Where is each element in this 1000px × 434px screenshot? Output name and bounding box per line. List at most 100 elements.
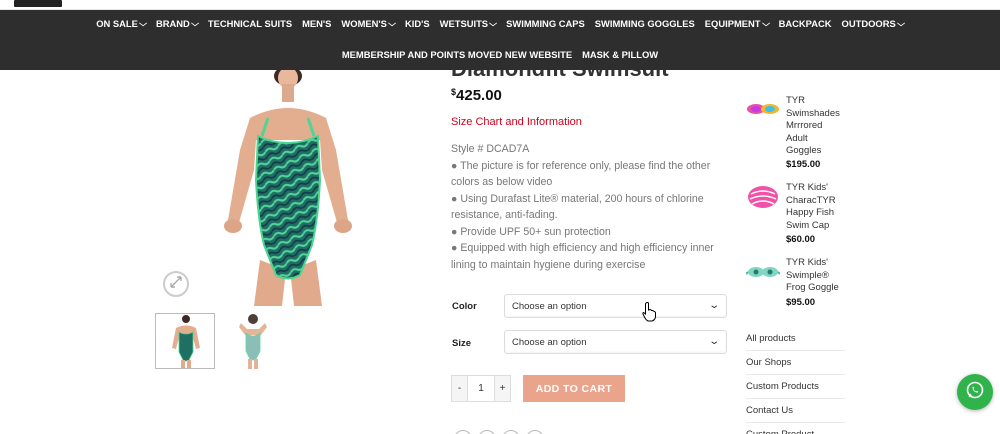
size-chart-link[interactable]: Size Chart and Information [451,116,582,128]
size-select[interactable]: Choose an option ⌄ [504,330,727,354]
nav-item-swimming-goggles[interactable]: SWIMMING GOGGLES [590,18,700,29]
sidebar-product[interactable]: TYR Swimshades Mrrrored Adult Goggles $1… [746,95,846,170]
nav-label: MEN'S [302,18,332,29]
sidebar-link-all-products[interactable]: All products [746,327,845,351]
sidebar-product-name: TYR Kids' Swimple® Frog Goggle [786,257,846,295]
sidebar-product-price: $60.00 [786,234,816,245]
chevron-down-icon: ⌵ [896,18,905,28]
whatsapp-chat-button[interactable] [957,374,993,410]
color-select-value: Choose an option [512,300,587,312]
nav-label: WOMEN'S [341,18,387,29]
nav-label: SWIMMING GOGGLES [594,18,695,29]
style-number: Style # DCAD7A [451,143,530,155]
nav-item-backpack[interactable]: BACKPACK [774,18,837,29]
top-header-strip [0,0,1000,10]
nav-item-wetsuits[interactable]: WETSUITS ⌵ [435,18,502,29]
sidebar-link-custom-product[interactable]: Custom Product [746,423,845,434]
main-navigation: ON SALE ⌵ BRAND ⌵ TECHNICAL SUITS MEN'S WO… [0,10,1000,70]
sidebar-link-our-shops[interactable]: Our Shops [746,351,845,375]
name-line: Happy Fish [786,207,835,218]
swim-cap-icon [746,182,780,216]
chevron-down-icon: ⌵ [761,18,770,28]
name-line: Adult [786,132,808,144]
name-line: Swim Cap [786,219,830,231]
chevron-down-icon: ⌵ [387,18,396,28]
product-thumbnail-back[interactable] [223,313,283,369]
nav-item-swimming-caps[interactable]: SWIMMING CAPS [501,18,590,29]
sidebar-product-name: TYR Kids' CharacTYR Happy Fish Swim Cap [786,182,846,232]
sidebar-product-price: $95.00 [786,297,816,308]
nav-label: OUTDOORS [841,18,896,29]
nav-label: ON SALE [96,18,138,29]
chevron-down-icon: ⌵ [489,18,498,28]
nav-item-on-sale[interactable]: ON SALE ⌵ [91,18,151,29]
sidebar-product[interactable]: TYR Kids' CharacTYR Happy Fish Swim Cap … [746,182,846,246]
nav-label: BACKPACK [778,18,832,29]
size-label: Size [452,338,472,349]
nav-label: WETSUITS [439,18,489,29]
share-icon[interactable] [478,430,496,434]
quantity-increase-button[interactable]: + [495,376,510,401]
nav-label: MASK & PILLOW [582,49,659,60]
product-thumbnail-front[interactable] [155,313,215,369]
sidebar-link-contact-us[interactable]: Contact Us [746,399,845,423]
description-bullet: ● Provide UPF 50+ sun protection [451,225,611,238]
site-logo[interactable] [14,0,62,7]
nav-item-mens[interactable]: MEN'S [297,18,336,29]
nav-item-kids[interactable]: KID'S [400,18,435,29]
nav-item-womens[interactable]: WOMEN'S ⌵ [336,18,400,29]
description-bullet: ● Using Durafast Lite® material, 200 hou… [451,192,704,222]
name-line: Mrrrored [786,120,823,131]
name-line: Swimple® [786,269,829,281]
goggles-icon [746,95,780,129]
product-price: $425.00 [451,87,502,104]
nav-item-equipment[interactable]: EQUIPMENT ⌵ [700,18,774,29]
name-line: Frog Goggle [786,282,839,293]
name-line: CharacTYR [786,194,836,206]
share-icon[interactable] [526,430,544,434]
nav-item-membership[interactable]: MEMBERSHIP AND POINTS MOVED NEW WEBSITE [337,49,577,60]
color-select[interactable]: Choose an option ⌄ [504,294,727,318]
product-main-image[interactable] [150,70,430,306]
nav-row-secondary: MEMBERSHIP AND POINTS MOVED NEW WEBSITE … [0,49,1000,60]
zoom-image-button[interactable] [163,271,189,297]
nav-item-brand[interactable]: BRAND ⌵ [151,18,203,29]
name-line: TYR [786,95,805,106]
product-description: Style # DCAD7A ● The picture is for refe… [451,141,731,273]
nav-label: SWIMMING CAPS [506,18,585,29]
nav-label: TECHNICAL SUITS [207,18,293,29]
frog-goggle-icon [745,257,781,291]
currency-symbol: $ [451,87,457,97]
description-bullet: ● The picture is for reference only, ple… [451,159,711,189]
size-select-value: Choose an option [512,336,587,348]
share-icon[interactable] [454,430,472,434]
quantity-stepper: - 1 + [451,375,511,402]
nav-label: BRAND [155,18,190,29]
sidebar-product-price: $195.00 [786,159,821,170]
chevron-down-icon: ⌄ [707,336,720,347]
nav-label: MEMBERSHIP AND POINTS MOVED NEW WEBSITE [341,49,573,60]
quantity-input[interactable]: 1 [467,376,495,401]
chevron-down-icon: ⌵ [190,18,199,28]
nav-item-outdoors[interactable]: OUTDOORS ⌵ [837,18,909,29]
mouse-pointer-icon [641,302,657,327]
price-value: 425.00 [456,87,502,104]
name-line: Swimshades [786,107,840,119]
nav-item-mask-pillow[interactable]: MASK & PILLOW [577,49,663,60]
sidebar-links: All products Our Shops Custom Products C… [746,327,845,434]
sidebar-product-name: TYR Swimshades Mrrrored Adult Goggles [786,95,846,158]
whatsapp-icon [965,380,985,405]
chevron-down-icon: ⌵ [138,18,147,28]
description-bullet: ● Equipped with high efficiency and high… [451,242,714,271]
nav-row-primary: ON SALE ⌵ BRAND ⌵ TECHNICAL SUITS MEN'S WO… [0,18,1000,29]
sidebar-link-custom-products[interactable]: Custom Products [746,375,845,399]
expand-icon [169,275,183,294]
add-to-cart-button[interactable]: ADD TO CART [523,375,625,402]
nav-label: KID'S [404,18,430,29]
nav-item-technical-suits[interactable]: TECHNICAL SUITS [203,18,297,29]
quantity-decrease-button[interactable]: - [452,376,467,401]
chevron-down-icon: ⌄ [707,300,720,311]
nav-label: EQUIPMENT [704,18,761,29]
share-icon[interactable] [502,430,520,434]
sidebar-product[interactable]: TYR Kids' Swimple® Frog Goggle $95.00 [745,257,846,312]
